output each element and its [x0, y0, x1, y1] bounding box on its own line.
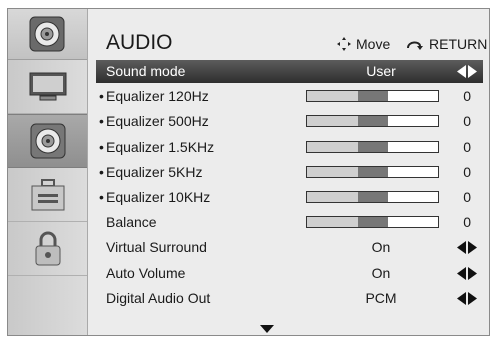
option-value: On: [371, 239, 391, 256]
level-slider[interactable]: [306, 191, 439, 203]
sidebar-item-setup[interactable]: [8, 168, 87, 222]
left-right-arrows-icon[interactable]: [457, 241, 477, 255]
audio-settings-list: Sound mode User • Equalizer 120Hz 0 • Equali…: [88, 59, 489, 335]
menu-row[interactable]: Auto Volume On: [96, 262, 483, 285]
sidebar-item-picture[interactable]: [8, 60, 87, 114]
menu-row-label: Auto Volume: [106, 264, 186, 281]
sidebar-item-lock[interactable]: [8, 222, 87, 276]
slider-value: 0: [463, 113, 471, 130]
menu-row-label: Equalizer 10KHz: [106, 189, 211, 205]
menu-row[interactable]: • Equalizer 500Hz 0: [96, 110, 483, 133]
slider-thumb[interactable]: [357, 91, 388, 102]
menu-row[interactable]: • Equalizer 120Hz 0: [96, 85, 483, 108]
menu-row[interactable]: Virtual Surround On: [96, 236, 483, 259]
slider-value: 0: [463, 214, 471, 231]
slider-thumb[interactable]: [357, 116, 388, 127]
menu-row-label: Equalizer 5KHz: [106, 163, 203, 180]
slider-value: 0: [463, 189, 471, 205]
menu-row-label: Balance: [106, 214, 157, 231]
toolbox-icon: [31, 178, 64, 210]
menu-row-label: Virtual Surround: [106, 239, 207, 256]
osd-menu-window: AUDIO Move RETURN Sound mode User • Equali…: [7, 8, 490, 336]
level-slider[interactable]: [306, 216, 439, 229]
slider-value: 0: [463, 88, 471, 105]
return-icon: [407, 41, 423, 50]
option-value: User: [366, 63, 396, 79]
bullet-icon: •: [99, 189, 104, 205]
level-slider[interactable]: [306, 115, 439, 128]
left-right-arrows-icon[interactable]: [457, 65, 477, 78]
menu-row-label: Equalizer 1.5KHz: [106, 138, 215, 155]
slider-thumb[interactable]: [357, 217, 388, 228]
menu-row[interactable]: Balance 0: [96, 211, 483, 234]
return-hint: RETURN: [405, 36, 487, 52]
level-slider[interactable]: [306, 140, 439, 153]
level-slider[interactable]: [306, 90, 439, 103]
bullet-icon: •: [99, 113, 104, 130]
menu-header: AUDIO Move RETURN: [88, 9, 489, 59]
slider-value: 0: [463, 138, 471, 155]
menu-row-label: Equalizer 500Hz: [106, 113, 209, 130]
menu-row[interactable]: • Equalizer 5KHz 0: [96, 161, 483, 184]
slider-thumb[interactable]: [357, 141, 388, 152]
move-label: Move: [356, 36, 391, 52]
menu-row-label: Digital Audio Out: [106, 289, 211, 306]
option-value: On: [371, 264, 391, 281]
left-right-arrows-icon[interactable]: [457, 291, 477, 305]
move-hint: Move: [336, 36, 390, 52]
scroll-down-icon[interactable]: [260, 325, 274, 333]
sidebar-item-audio[interactable]: [8, 114, 87, 168]
page-title: AUDIO: [106, 31, 173, 54]
level-slider[interactable]: [306, 165, 439, 178]
menu-row[interactable]: • Equalizer 10KHz 0: [96, 186, 483, 209]
menu-row-label: Sound mode: [106, 63, 186, 79]
four-way-arrows-icon: [337, 37, 351, 51]
speaker-icon: [29, 16, 65, 52]
speaker-icon: [30, 123, 65, 159]
slider-value: 0: [463, 163, 471, 180]
slider-thumb[interactable]: [357, 166, 388, 177]
lock-icon: [35, 231, 60, 265]
category-sidebar: [8, 9, 88, 335]
menu-row[interactable]: Sound mode User: [96, 60, 483, 83]
menu-row[interactable]: • Equalizer 1.5KHz 0: [96, 136, 483, 159]
menu-row[interactable]: Digital Audio Out PCM: [96, 287, 483, 310]
menu-row-label: Equalizer 120Hz: [106, 88, 209, 105]
return-label: RETURN: [429, 36, 488, 52]
bullet-icon: •: [99, 163, 104, 180]
option-value: PCM: [365, 289, 397, 306]
slider-thumb[interactable]: [357, 192, 388, 202]
picture-icon: [29, 72, 66, 100]
bullet-icon: •: [99, 88, 104, 105]
bullet-icon: •: [99, 138, 104, 155]
header-audio-icon-cell: [8, 9, 87, 60]
left-right-arrows-icon[interactable]: [457, 266, 477, 280]
